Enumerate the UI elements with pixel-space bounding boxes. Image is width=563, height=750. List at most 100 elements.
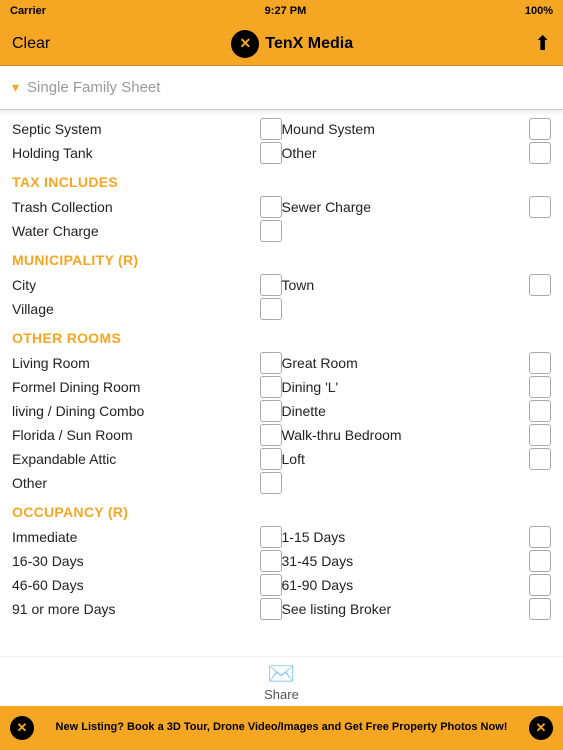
label-left-other-rooms-4: Expandable Attic: [12, 451, 256, 467]
col-left-occupancy-2: 46-60 Days: [12, 574, 282, 596]
chevron-down-icon: ▾: [12, 79, 19, 96]
checkbox-left-municipality-0[interactable]: [260, 274, 282, 296]
col-right-occupancy-1: 31-45 Days: [282, 550, 552, 572]
label-left-occupancy-2: 46-60 Days: [12, 577, 256, 593]
col-left-occupancy-1: 16-30 Days: [12, 550, 282, 572]
checkbox-left-occupancy-0[interactable]: [260, 526, 282, 548]
dropdown-placeholder: Single Family Sheet: [27, 79, 160, 96]
row-other-rooms-2: living / Dining Combo Dinette: [12, 400, 551, 422]
checkbox-right-municipality-0[interactable]: [529, 274, 551, 296]
checkbox-right-occupancy-2[interactable]: [529, 574, 551, 596]
banner-close-left-icon[interactable]: ✕: [10, 716, 34, 740]
checkbox-left-other-rooms-1[interactable]: [260, 376, 282, 398]
checkbox-left-occupancy-1[interactable]: [260, 550, 282, 572]
nav-bar: Clear ✕ TenX Media ⬆: [0, 22, 563, 66]
share-area: ✉️ Share: [0, 656, 563, 706]
checkbox-left-other-rooms-5[interactable]: [260, 472, 282, 494]
checkbox-left-tax-0[interactable]: [260, 196, 282, 218]
time-label: 9:27 PM: [265, 5, 307, 17]
checkbox-left-other-rooms-0[interactable]: [260, 352, 282, 374]
row-tax-0: Trash Collection Sewer Charge: [12, 196, 551, 218]
banner-text: New Listing? Book a 3D Tour, Drone Video…: [34, 720, 529, 735]
row-other-rooms-5: Other: [12, 472, 551, 494]
checkbox-right-other-rooms-4[interactable]: [529, 448, 551, 470]
carrier-label: Carrier: [10, 5, 46, 17]
label-right-occupancy-1: 31-45 Days: [282, 553, 526, 569]
checkbox-right-occupancy-1[interactable]: [529, 550, 551, 572]
label-right-municipality-0: Town: [282, 277, 526, 293]
bottom-banner: ✕ New Listing? Book a 3D Tour, Drone Vid…: [0, 706, 563, 750]
clear-button[interactable]: Clear: [12, 35, 50, 53]
label-right-other-rooms-3: Walk-thru Bedroom: [282, 427, 526, 443]
label-left-other-rooms-2: living / Dining Combo: [12, 403, 256, 419]
share-icon[interactable]: ⬆: [534, 31, 551, 56]
label-left-occupancy-3: 91 or more Days: [12, 601, 256, 617]
col-left-other-rooms-0: Living Room: [12, 352, 282, 374]
col-left-municipality-1: Village: [12, 298, 282, 320]
row-septic-0: Septic SystemMound System: [12, 118, 551, 140]
checkbox-left-tax-1[interactable]: [260, 220, 282, 242]
checkbox-right-other-rooms-0[interactable]: [529, 352, 551, 374]
checkbox-left-other-rooms-4[interactable]: [260, 448, 282, 470]
nav-center: ✕ TenX Media: [231, 30, 353, 58]
label-left-tax-1: Water Charge: [12, 223, 256, 239]
label-right-occupancy-0: 1-15 Days: [282, 529, 526, 545]
checkbox-right-other-rooms-2[interactable]: [529, 400, 551, 422]
col-left-occupancy-3: 91 or more Days: [12, 598, 282, 620]
label-right-occupancy-3: See listing Broker: [282, 601, 526, 617]
checkbox-right-septic-0[interactable]: [529, 118, 551, 140]
col-left-occupancy-0: Immediate: [12, 526, 282, 548]
battery-label: 100%: [525, 5, 553, 17]
row-septic-1: Holding TankOther: [12, 142, 551, 164]
checkbox-right-occupancy-3[interactable]: [529, 598, 551, 620]
col-right-municipality-0: Town: [282, 274, 552, 296]
label-right-other-rooms-2: Dinette: [282, 403, 526, 419]
row-other-rooms-4: Expandable Attic Loft: [12, 448, 551, 470]
dropdown-bar[interactable]: ▾ Single Family Sheet: [0, 66, 563, 110]
share-envelope-icon: ✉️: [268, 661, 295, 687]
label-left-other-rooms-1: Formel Dining Room: [12, 379, 256, 395]
checkbox-left-occupancy-3[interactable]: [260, 598, 282, 620]
checkbox-left-occupancy-2[interactable]: [260, 574, 282, 596]
col-right-occupancy-0: 1-15 Days: [282, 526, 552, 548]
checkbox-left-other-rooms-3[interactable]: [260, 424, 282, 446]
label-right-septic-0: Mound System: [282, 121, 526, 137]
share-button[interactable]: ✉️ Share: [264, 661, 299, 702]
row-other-rooms-0: Living RoomGreat Room: [12, 352, 551, 374]
col-left-tax-0: Trash Collection: [12, 196, 282, 218]
content-area: Septic SystemMound SystemHolding TankOth…: [0, 110, 563, 656]
label-left-municipality-0: City: [12, 277, 256, 293]
checkbox-right-tax-0[interactable]: [529, 196, 551, 218]
label-left-occupancy-1: 16-30 Days: [12, 553, 256, 569]
label-right-other-rooms-4: Loft: [282, 451, 526, 467]
label-left-tax-0: Trash Collection: [12, 199, 256, 215]
col-right-septic-0: Mound System: [282, 118, 552, 140]
row-municipality-0: City Town: [12, 274, 551, 296]
checkbox-left-municipality-1[interactable]: [260, 298, 282, 320]
checkbox-left-other-rooms-2[interactable]: [260, 400, 282, 422]
col-left-septic-1: Holding Tank: [12, 142, 282, 164]
label-left-occupancy-0: Immediate: [12, 529, 256, 545]
row-occupancy-0: Immediate 1-15 Days: [12, 526, 551, 548]
col-right-other-rooms-2: Dinette: [282, 400, 552, 422]
checkbox-right-occupancy-0[interactable]: [529, 526, 551, 548]
label-right-tax-0: Sewer Charge: [282, 199, 526, 215]
section-header-occupancy: OCCUPANCY (R): [12, 504, 551, 520]
row-occupancy-3: 91 or more Days See listing Broker: [12, 598, 551, 620]
checkbox-right-other-rooms-3[interactable]: [529, 424, 551, 446]
col-right-other-rooms-3: Walk-thru Bedroom: [282, 424, 552, 446]
row-municipality-1: Village: [12, 298, 551, 320]
checkbox-left-septic-0[interactable]: [260, 118, 282, 140]
label-left-other-rooms-0: Living Room: [12, 355, 256, 371]
checkbox-right-septic-1[interactable]: [529, 142, 551, 164]
checkbox-right-other-rooms-1[interactable]: [529, 376, 551, 398]
section-header-tax: TAX INCLUDES: [12, 174, 551, 190]
status-bar: Carrier 9:27 PM 100%: [0, 0, 563, 22]
section-header-municipality: MUNICIPALITY (R): [12, 252, 551, 268]
checkbox-left-septic-1[interactable]: [260, 142, 282, 164]
banner-close-right-icon[interactable]: ✕: [529, 716, 553, 740]
col-left-septic-0: Septic System: [12, 118, 282, 140]
row-tax-1: Water Charge: [12, 220, 551, 242]
label-left-septic-1: Holding Tank: [12, 145, 256, 161]
row-occupancy-1: 16-30 Days 31-45 Days: [12, 550, 551, 572]
